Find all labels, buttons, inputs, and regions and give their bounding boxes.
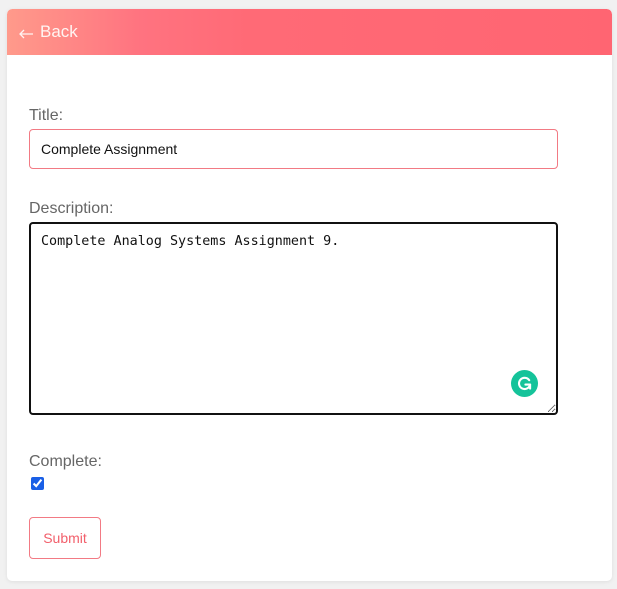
description-label: Description:	[29, 200, 114, 217]
complete-label: Complete:	[29, 453, 102, 470]
complete-checkbox-wrap	[31, 477, 46, 492]
submit-button[interactable]: Submit	[29, 517, 101, 559]
grammarly-icon[interactable]	[511, 370, 538, 397]
back-link[interactable]: Back	[19, 21, 78, 43]
complete-checkbox[interactable]	[31, 477, 44, 490]
title-input[interactable]	[29, 129, 558, 169]
edit-todo-card: Back Title: Description: Complete Analog…	[7, 9, 612, 581]
header-bar: Back	[7, 9, 612, 55]
description-textarea[interactable]: Complete Analog Systems Assignment 9.	[29, 222, 558, 415]
grammarly-g-icon	[518, 376, 532, 391]
title-label: Title:	[29, 107, 64, 124]
back-label: Back	[40, 22, 78, 41]
left-arrow-icon	[19, 29, 33, 39]
